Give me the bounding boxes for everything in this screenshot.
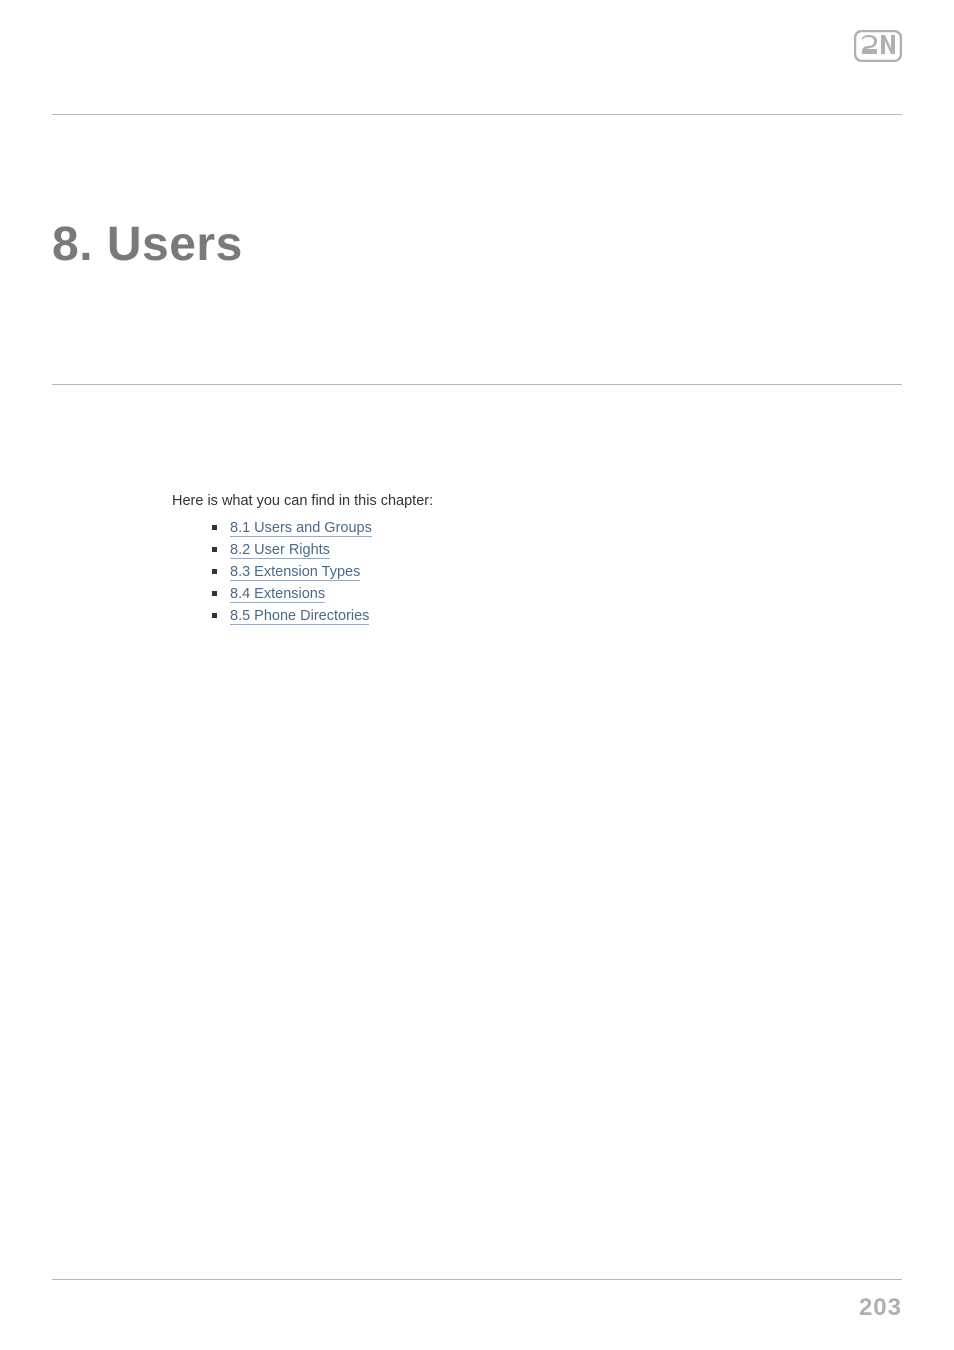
link-user-rights[interactable]: 8.2 User Rights <box>230 542 330 559</box>
list-item: 8.3 Extension Types <box>212 561 902 583</box>
list-item: 8.4 Extensions <box>212 583 902 605</box>
page-title: 8. Users <box>52 217 902 272</box>
document-page: 8. Users Here is what you can find in th… <box>0 0 954 1350</box>
link-extension-types[interactable]: 8.3 Extension Types <box>230 564 360 581</box>
list-item: 8.5 Phone Directories <box>212 605 902 627</box>
title-divider <box>52 384 902 385</box>
page-header <box>52 36 902 84</box>
list-item: 8.1 Users and Groups <box>212 517 902 539</box>
brand-logo-icon <box>854 30 902 67</box>
header-divider <box>52 114 902 115</box>
intro-text: Here is what you can find in this chapte… <box>172 493 902 509</box>
link-extensions[interactable]: 8.4 Extensions <box>230 586 325 603</box>
page-number: 203 <box>859 1294 902 1322</box>
link-phone-directories[interactable]: 8.5 Phone Directories <box>230 608 369 625</box>
list-item: 8.2 User Rights <box>212 539 902 561</box>
link-users-and-groups[interactable]: 8.1 Users and Groups <box>230 520 372 537</box>
footer-divider <box>52 1279 902 1280</box>
chapter-link-list: 8.1 Users and Groups 8.2 User Rights 8.3… <box>212 517 902 627</box>
